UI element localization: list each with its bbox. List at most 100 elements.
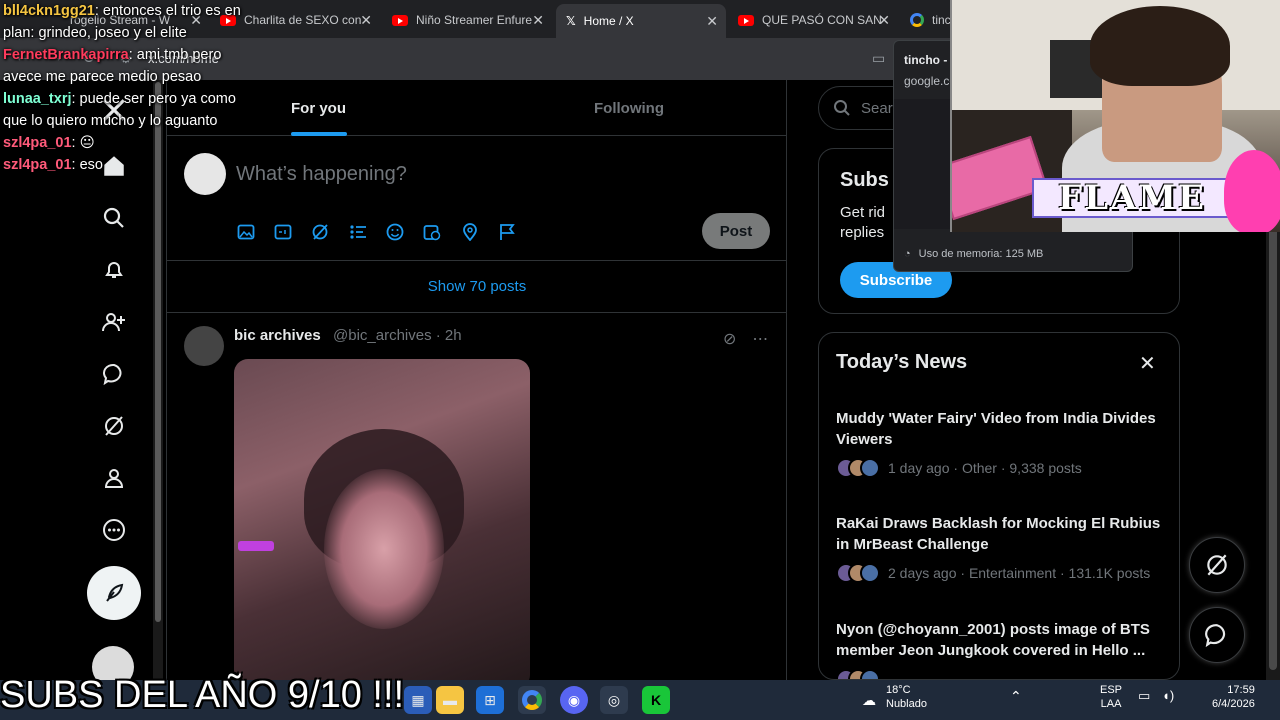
profile-icon[interactable] [94, 458, 134, 498]
weather-desc: Nublado [886, 698, 927, 710]
compose-post-button[interactable] [87, 566, 141, 620]
tweet[interactable]: bic archives @bic_archives · 2h ⊘ ⋯ [167, 313, 787, 689]
avatar-group [836, 669, 880, 679]
browser-tab[interactable]: QUE PASÓ CON SAN ✕ [728, 6, 898, 34]
stream-chat-overlay: bll4ckn1gg21: entonces el trio es en pla… [3, 0, 263, 176]
show-new-posts-link[interactable]: Show 70 posts [167, 261, 787, 313]
google-icon [910, 13, 924, 27]
active-tab-indicator [291, 132, 347, 136]
avatar-group [836, 563, 880, 583]
chat-username: szl4pa_01 [3, 135, 72, 151]
tab-close-icon[interactable]: ✕ [706, 13, 718, 30]
close-icon[interactable]: ✕ [1139, 351, 1156, 376]
browser-tab-active[interactable]: 𝕏 Home / X ✕ [556, 4, 726, 38]
file-explorer-icon[interactable]: ▬ [436, 686, 464, 714]
memory-usage-text: Uso de memoria: 125 MB [918, 248, 1044, 260]
news-title[interactable]: Nyon (@choyann_2001) posts image of BTS … [836, 619, 1166, 661]
browser-tab[interactable]: Niño Streamer Enfure ✕ [382, 6, 552, 34]
youtube-icon [738, 14, 754, 26]
media-content [238, 541, 274, 551]
store-icon[interactable]: ⊞ [476, 686, 504, 714]
language-code: ESP [1100, 684, 1123, 696]
memory-icon: ◔ [904, 248, 911, 260]
grok-icon [1207, 554, 1227, 576]
task-view-icon[interactable]: ▦ [404, 686, 432, 714]
weather-icon[interactable]: ☁ [855, 686, 883, 714]
tab-for-you[interactable]: For you [291, 100, 346, 117]
volume-icon[interactable]: ◖) [1162, 689, 1174, 703]
follow-icon[interactable] [94, 302, 134, 342]
tweet-author-avatar[interactable] [184, 326, 224, 366]
media-icon[interactable] [235, 221, 257, 243]
chat-message: bll4ckn1gg21: entonces el trio es en pla… [3, 0, 263, 44]
grok-icon[interactable]: ⊘ [723, 329, 736, 349]
flag-icon[interactable] [496, 221, 518, 243]
messages-icon[interactable] [94, 354, 134, 394]
obs-icon[interactable]: ◎ [600, 686, 628, 714]
search-icon [834, 100, 850, 116]
weather-temp: 18°C [886, 684, 911, 696]
language-indicator[interactable]: ESP LAA [1100, 683, 1122, 711]
tweet-media-image[interactable] [234, 359, 530, 689]
chat-username: lunaa_txrj [3, 91, 72, 107]
clock[interactable]: 17:59 6/4/2026 [1212, 683, 1255, 711]
location-icon[interactable] [459, 221, 481, 243]
chat-text: : eso [71, 157, 103, 173]
tab-following[interactable]: Following [594, 100, 664, 117]
news-meta: 2 days ago · Entertainment · 131.1K post… [836, 563, 1166, 583]
clock-date: 6/4/2026 [1212, 698, 1255, 710]
more-options-icon[interactable]: ⋯ [752, 329, 768, 349]
todays-news-card: Today’s News ✕ Muddy 'Water Fairy' Video… [818, 332, 1180, 680]
news-heading: Today’s News [836, 351, 968, 373]
tab-close-icon[interactable]: ✕ [532, 12, 544, 29]
tweet-author-name[interactable]: bic archives [234, 327, 321, 344]
messages-floating-button[interactable] [1189, 607, 1245, 663]
stream-subtitle-caption: SUBS DEL AÑO 9/10 !!! [0, 674, 405, 716]
media-content [324, 469, 444, 629]
news-item[interactable]: Nyon (@choyann_2001) posts image of BTS … [836, 619, 1166, 679]
tweet-author-handle[interactable]: @bic_archives · 2h [333, 327, 462, 344]
weather-widget[interactable]: 18°C Nublado [886, 683, 927, 711]
tab-close-icon[interactable]: ✕ [360, 12, 372, 29]
news-title[interactable]: Muddy 'Water Fairy' Video from India Div… [836, 408, 1166, 450]
schedule-icon[interactable] [421, 221, 443, 243]
notifications-icon[interactable] [94, 250, 134, 290]
tab-title: tinc [932, 13, 951, 27]
feather-icon [106, 583, 124, 602]
kick-icon[interactable]: K [642, 686, 670, 714]
clock-time: 17:59 [1227, 684, 1255, 696]
grok-icon[interactable] [309, 221, 331, 243]
x-logo-icon: 𝕏 [566, 14, 576, 28]
discord-icon[interactable]: ◉ [560, 686, 588, 714]
webcam-overlay: FLAME [950, 0, 1280, 232]
tweet-actions: ⊘ ⋯ [723, 329, 768, 349]
chrome-icon[interactable] [518, 686, 546, 714]
tab-title: QUE PASÓ CON SAN [762, 13, 882, 27]
search-icon[interactable] [94, 198, 134, 238]
post-button[interactable]: Post [702, 213, 770, 249]
tab-title: Home / X [583, 14, 634, 28]
language-layout: LAA [1100, 698, 1122, 710]
grok-icon[interactable] [94, 406, 134, 446]
chat-message: szl4pa_01: eso [3, 154, 263, 176]
tray-chevron-icon[interactable]: ⌃ [1010, 689, 1022, 703]
network-icon[interactable]: ▭ [1138, 689, 1150, 703]
grok-floating-button[interactable] [1189, 537, 1245, 593]
chat-message: szl4pa_01: 😐 [3, 132, 263, 154]
chat-username: FernetBrankapirra [3, 47, 129, 63]
hover-card-title: tincho - [904, 53, 948, 67]
gif-icon[interactable] [272, 221, 294, 243]
emoji-icon[interactable] [384, 221, 406, 243]
tab-title: Niño Streamer Enfure [416, 13, 533, 27]
flame-banner: FLAME [1032, 178, 1232, 218]
avatar-group [836, 458, 880, 478]
tab-close-icon[interactable]: ✕ [878, 12, 890, 29]
flame-banner-text: FLAME [1058, 178, 1206, 218]
news-item[interactable]: RaKai Draws Backlash for Mocking El Rubi… [836, 513, 1166, 583]
subscribe-heading: Subs [840, 169, 889, 191]
news-item[interactable]: Muddy 'Water Fairy' Video from India Div… [836, 408, 1166, 478]
more-icon[interactable] [94, 510, 134, 550]
news-title[interactable]: RaKai Draws Backlash for Mocking El Rubi… [836, 513, 1166, 555]
cast-icon[interactable]: ▭ [872, 50, 885, 67]
poll-icon[interactable] [347, 221, 369, 243]
